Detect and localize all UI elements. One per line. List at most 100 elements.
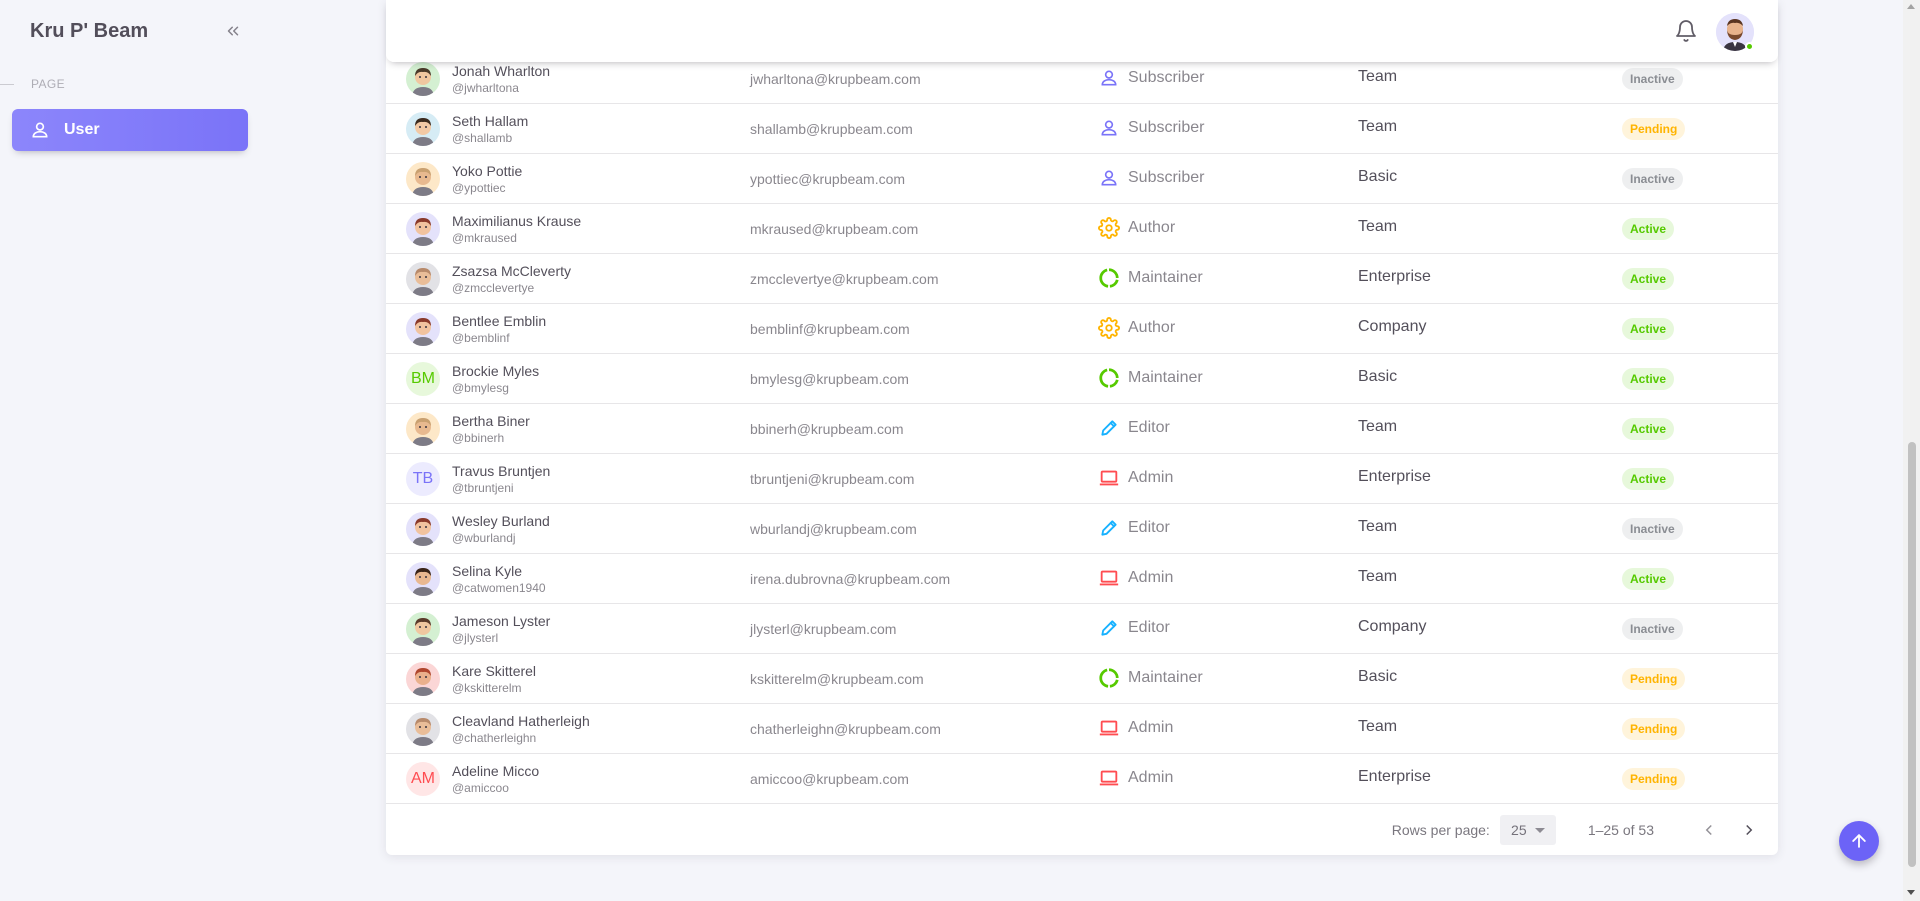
user-status: Active: [1622, 268, 1675, 290]
table-row[interactable]: Wesley Burland @wburlandj wburlandj@krup…: [386, 504, 1778, 554]
user-role-label: Admin: [1128, 769, 1174, 786]
scroll-up-arrow-icon[interactable]: [1907, 4, 1915, 9]
user-status: Pending: [1622, 668, 1686, 690]
user-status: Pending: [1622, 718, 1686, 740]
avatar-initials: AM: [406, 762, 440, 796]
pencil-outline-icon: [1098, 417, 1120, 439]
status-badge: Active: [1622, 418, 1675, 440]
user-plan: Team: [1358, 568, 1398, 585]
table-row[interactable]: Cleavland Hatherleigh @chatherleighn cha…: [386, 704, 1778, 754]
user-cell: Cleavland Hatherleigh @chatherleighn: [406, 712, 590, 746]
cog-outline-icon: [1098, 317, 1120, 339]
user-role: Admin: [1098, 567, 1173, 589]
table-row[interactable]: Maximilianus Krause @mkraused mkraused@k…: [386, 204, 1778, 254]
avatar: [406, 312, 440, 346]
user-name-link[interactable]: Yoko Pottie: [452, 162, 522, 180]
laptop-icon: [1098, 467, 1120, 489]
table-row[interactable]: Jameson Lyster @jlysterl jlysterl@krupbe…: [386, 604, 1778, 654]
user-cell: Jameson Lyster @jlysterl: [406, 612, 550, 646]
user-plan: Team: [1358, 518, 1398, 535]
status-badge: Pending: [1622, 718, 1686, 740]
sidebar-item-label: User: [64, 121, 100, 138]
user-cell: Selina Kyle @catwomen1940: [406, 562, 546, 596]
user-status: Inactive: [1622, 518, 1683, 540]
user-name-link[interactable]: Adeline Micco: [452, 762, 539, 780]
user-role-label: Subscriber: [1128, 169, 1205, 186]
collapse-sidebar-icon[interactable]: [222, 20, 244, 42]
user-plan: Team: [1358, 118, 1398, 135]
chart-donut-icon: [1098, 367, 1120, 389]
user-plan: Basic: [1358, 368, 1398, 385]
table-row[interactable]: Yoko Pottie @ypottiec ypottiec@krupbeam.…: [386, 154, 1778, 204]
table-row[interactable]: Bentlee Emblin @bemblinf bemblinf@krupbe…: [386, 304, 1778, 354]
table-row[interactable]: TB Travus Bruntjen @tbruntjeni tbruntjen…: [386, 454, 1778, 504]
pagination-range: 1–25 of 53: [1587, 822, 1654, 838]
user-status: Active: [1622, 368, 1675, 390]
account-outline-icon: [1098, 167, 1120, 189]
status-badge: Active: [1622, 368, 1675, 390]
table-row[interactable]: Selina Kyle @catwomen1940 irena.dubrovna…: [386, 554, 1778, 604]
table-row[interactable]: BM Brockie Myles @bmylesg bmylesg@krupbe…: [386, 354, 1778, 404]
user-name-link[interactable]: Jonah Wharlton: [452, 62, 550, 80]
scrollbar-thumb[interactable]: [1908, 442, 1916, 867]
user-handle: @bemblinf: [452, 331, 510, 345]
user-name-link[interactable]: Kare Skitterel: [452, 662, 536, 680]
account-outline-icon: [1098, 67, 1120, 89]
next-page-button[interactable]: [1734, 815, 1764, 845]
user-email: irena.dubrovna@krupbeam.com: [750, 571, 951, 587]
status-badge: Pending: [1622, 668, 1686, 690]
user-role-label: Admin: [1128, 569, 1174, 586]
status-badge: Pending: [1622, 118, 1686, 140]
user-role: Maintainer: [1098, 667, 1203, 689]
table-row[interactable]: Bertha Biner @bbinerh bbinerh@krupbeam.c…: [386, 404, 1778, 454]
avatar: [406, 112, 440, 146]
user-name-link[interactable]: Zsazsa McCleverty: [452, 262, 571, 280]
scroll-to-top-button[interactable]: [1839, 821, 1879, 861]
user-name-link[interactable]: Seth Hallam: [452, 112, 528, 130]
user-status: Active: [1622, 418, 1675, 440]
user-role-label: Admin: [1128, 719, 1174, 736]
cog-outline-icon: [1098, 217, 1120, 239]
status-badge: Active: [1622, 468, 1675, 490]
user-role: Editor: [1098, 417, 1170, 439]
user-name-link[interactable]: Cleavland Hatherleigh: [452, 712, 590, 730]
avatar: [406, 212, 440, 246]
user-name-link[interactable]: Brockie Myles: [452, 362, 539, 380]
section-label-text: PAGE: [31, 77, 66, 91]
status-badge: Pending: [1622, 768, 1686, 790]
brand-title: Kru P' Beam: [30, 20, 149, 42]
user-plan: Basic: [1358, 668, 1398, 685]
account-outline-icon: [30, 120, 50, 140]
user-name-link[interactable]: Travus Bruntjen: [452, 462, 550, 480]
user-status: Active: [1622, 318, 1675, 340]
avatar-initials: BM: [406, 362, 440, 396]
user-name-link[interactable]: Bentlee Emblin: [452, 312, 546, 330]
previous-page-button[interactable]: [1694, 815, 1724, 845]
rows-per-page-select[interactable]: 25: [1499, 815, 1556, 845]
user-name-link[interactable]: Wesley Burland: [452, 512, 550, 530]
user-plan: Basic: [1358, 168, 1398, 185]
page-scrollbar[interactable]: [1903, 0, 1920, 901]
notification-bell-icon[interactable]: [1674, 19, 1698, 43]
user-plan: Company: [1358, 318, 1427, 335]
avatar: [406, 62, 440, 96]
user-cell: BM Brockie Myles @bmylesg: [406, 362, 539, 396]
users-table-card: Jonah Wharlton @jwharltona jwharltona@kr…: [386, 0, 1778, 855]
user-cell: Yoko Pottie @ypottiec: [406, 162, 522, 196]
user-email: wburlandj@krupbeam.com: [750, 521, 917, 537]
chart-donut-icon: [1098, 667, 1120, 689]
table-row[interactable]: Zsazsa McCleverty @zmcclevertye zmccleve…: [386, 254, 1778, 304]
table-row[interactable]: Kare Skitterel @kskitterelm kskitterelm@…: [386, 654, 1778, 704]
pencil-outline-icon: [1098, 617, 1120, 639]
sidebar-item-user[interactable]: User: [12, 109, 248, 151]
user-name-link[interactable]: Selina Kyle: [452, 562, 546, 580]
pencil-outline-icon: [1098, 517, 1120, 539]
user-name-link[interactable]: Jameson Lyster: [452, 612, 550, 630]
user-name-link[interactable]: Bertha Biner: [452, 412, 530, 430]
user-role: Maintainer: [1098, 367, 1203, 389]
table-row[interactable]: AM Adeline Micco @amiccoo amiccoo@krupbe…: [386, 754, 1778, 804]
user-email: kskitterelm@krupbeam.com: [750, 671, 924, 687]
table-row[interactable]: Seth Hallam @shallamb shallamb@krupbeam.…: [386, 104, 1778, 154]
user-name-link[interactable]: Maximilianus Krause: [452, 212, 581, 230]
scroll-down-arrow-icon[interactable]: [1907, 890, 1915, 895]
